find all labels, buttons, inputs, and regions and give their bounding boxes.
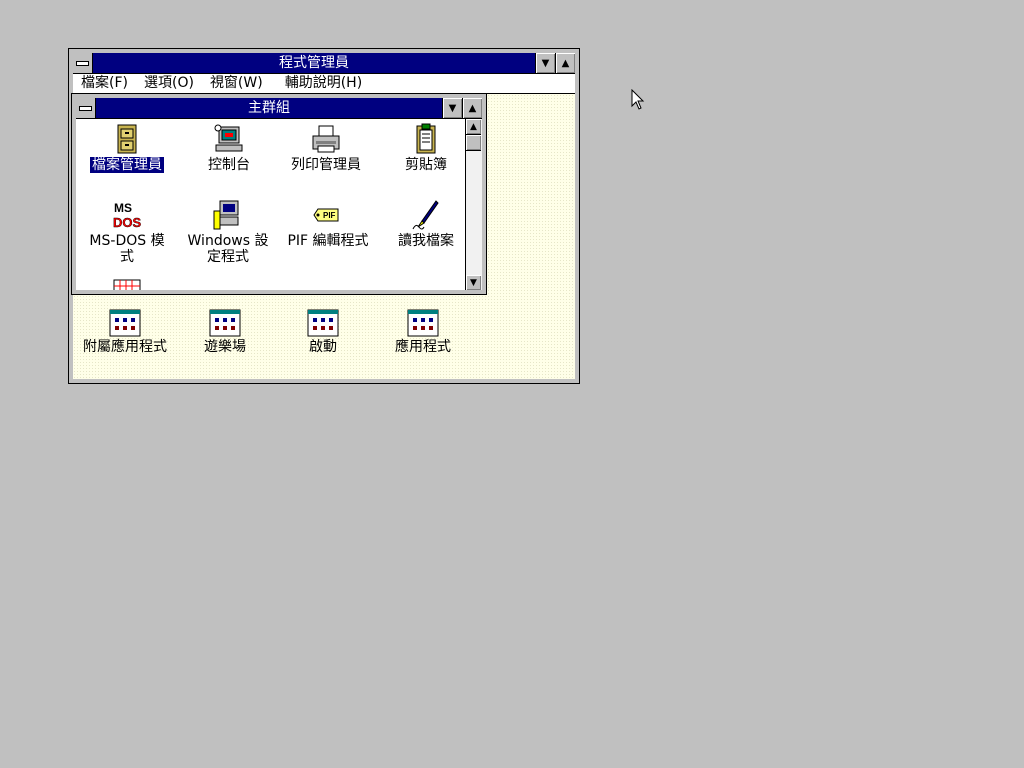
menu-help[interactable]: 輔助說明(H): [271, 74, 370, 93]
program-manager-workspace: 主群組 ▼ ▲ 檔案管理員 控制台 列印管理員 剪貼簿 MS DOS MS-DO…: [71, 93, 575, 379]
program-manager-titlebar[interactable]: 程式管理員 ▼ ▲: [73, 53, 575, 74]
pif-editor-label: PIF 編輯程式: [287, 233, 369, 249]
program-group-icon: [307, 309, 339, 337]
scroll-up-button[interactable]: ▲: [466, 119, 481, 134]
printer-icon: [312, 125, 340, 153]
svg-text:DOS: DOS: [113, 215, 142, 230]
group-system-menu-button[interactable]: [76, 98, 96, 118]
main-group-scrollbar[interactable]: ▲ ▼: [465, 119, 482, 290]
readme-icon: [412, 200, 439, 230]
desktop: { "program_manager": { "title": "程式管理員",…: [0, 0, 1024, 768]
minimize-arrow-icon: ▼: [448, 102, 457, 114]
maximize-arrow-icon: ▲: [468, 102, 477, 114]
clipboard-item[interactable]: 剪貼簿: [381, 123, 465, 173]
group-title: 主群組: [248, 100, 290, 116]
system-menu-icon: [79, 105, 92, 111]
system-menu-icon: [76, 60, 89, 66]
startup-group[interactable]: 啟動: [278, 309, 368, 355]
menu-file[interactable]: 檔案(F): [73, 74, 136, 93]
scroll-down-button[interactable]: ▼: [466, 275, 481, 290]
menu-window[interactable]: 視窗(W): [202, 74, 271, 93]
svg-text:MS: MS: [114, 201, 132, 215]
scroll-thumb[interactable]: [466, 134, 481, 151]
games-group[interactable]: 遊樂場: [180, 309, 270, 355]
mouse-pointer-icon: [631, 89, 645, 110]
program-group-icon: [209, 309, 241, 337]
system-menu-button[interactable]: [73, 53, 93, 73]
partial-item[interactable]: [82, 277, 172, 290]
clipboard-label: 剪貼簿: [405, 157, 447, 173]
windows-setup-label: Windows 設 定程式: [180, 233, 276, 265]
games-label: 遊樂場: [204, 339, 246, 355]
minimize-arrow-icon: ▼: [541, 57, 550, 69]
control-panel-item[interactable]: 控制台: [184, 123, 274, 173]
applications-label: 應用程式: [395, 339, 451, 355]
program-manager-window: 程式管理員 ▼ ▲ 檔案(F) 選項(O) 視窗(W) 輔助說明(H) 主群組 …: [68, 48, 580, 384]
windows-setup-label-line2: 定程式: [207, 249, 249, 265]
group-minimize-button[interactable]: ▼: [442, 98, 462, 118]
window-title: 程式管理員: [279, 55, 349, 71]
program-group-icon: [407, 309, 439, 337]
grid-calendar-icon: [113, 279, 141, 290]
ms-dos-icon: MS DOS: [113, 201, 142, 230]
accessories-label: 附屬應用程式: [83, 339, 167, 355]
print-manager-label: 列印管理員: [291, 157, 361, 173]
control-panel-icon: [214, 124, 243, 152]
pif-editor-item[interactable]: PIF PIF 編輯程式: [278, 199, 378, 249]
main-group-content: 檔案管理員 控制台 列印管理員 剪貼簿 MS DOS MS-DOS 模式 Win…: [76, 119, 465, 290]
ms-dos-label: MS-DOS 模式: [89, 233, 165, 265]
accessories-group[interactable]: 附屬應用程式: [73, 309, 177, 355]
startup-label: 啟動: [309, 339, 337, 355]
ms-dos-item[interactable]: MS DOS MS-DOS 模式: [82, 199, 172, 265]
windows-setup-item[interactable]: Windows 設 定程式: [180, 199, 276, 265]
program-group-icon: [109, 309, 141, 337]
file-cabinet-icon: [117, 124, 137, 154]
main-group-titlebar[interactable]: 主群組 ▼ ▲: [76, 98, 482, 119]
print-manager-item[interactable]: 列印管理員: [281, 123, 371, 173]
windows-setup-label-line1: Windows 設: [187, 233, 269, 249]
file-manager-item[interactable]: 檔案管理員: [82, 123, 172, 173]
maximize-button[interactable]: ▲: [555, 53, 575, 73]
file-manager-label: 檔案管理員: [90, 157, 164, 173]
maximize-arrow-icon: ▲: [561, 57, 570, 69]
minimize-button[interactable]: ▼: [535, 53, 555, 73]
pif-editor-icon: PIF: [313, 208, 339, 222]
windows-setup-icon: [213, 200, 239, 230]
clipboard-icon: [416, 123, 436, 154]
group-maximize-button[interactable]: ▲: [462, 98, 482, 118]
readme-item[interactable]: 讀我檔案: [381, 199, 465, 249]
applications-group[interactable]: 應用程式: [378, 309, 468, 355]
readme-label: 讀我檔案: [398, 233, 454, 249]
menu-bar: 檔案(F) 選項(O) 視窗(W) 輔助說明(H): [73, 74, 575, 94]
svg-text:PIF: PIF: [323, 211, 336, 220]
control-panel-label: 控制台: [208, 157, 250, 173]
main-group-window: 主群組 ▼ ▲ 檔案管理員 控制台 列印管理員 剪貼簿 MS DOS MS-DO…: [71, 93, 487, 295]
scroll-down-arrow-icon: ▼: [470, 277, 477, 288]
menu-options[interactable]: 選項(O): [136, 74, 202, 93]
scroll-up-arrow-icon: ▲: [470, 121, 477, 132]
